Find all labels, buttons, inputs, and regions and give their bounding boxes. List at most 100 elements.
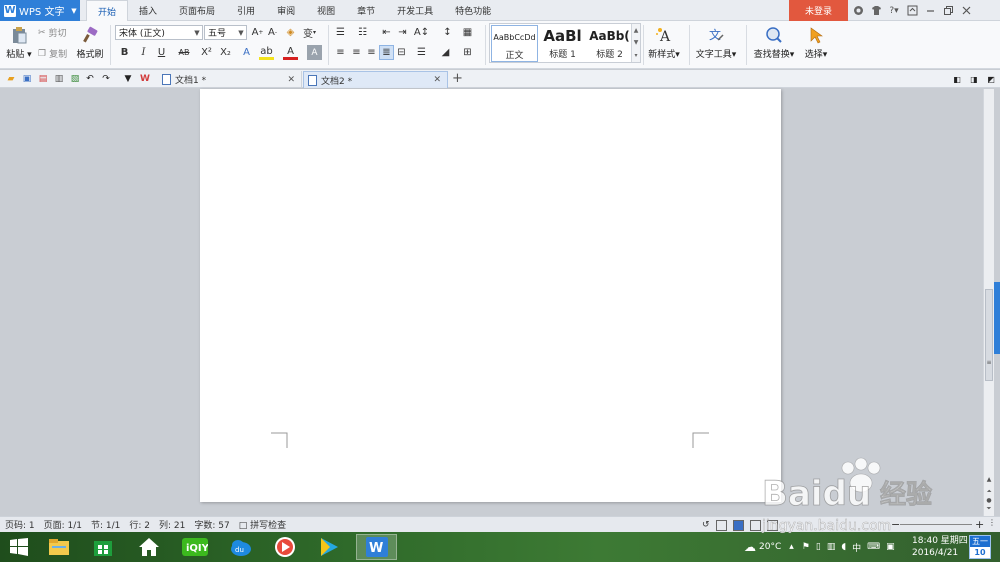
- close-tab-icon[interactable]: ✕: [287, 75, 295, 85]
- close-window-icon[interactable]: [958, 3, 974, 19]
- undo-icon[interactable]: ↶: [83, 72, 97, 86]
- tab-view[interactable]: 视图: [306, 0, 346, 21]
- tab-home[interactable]: 开始: [86, 0, 129, 22]
- minimize-icon[interactable]: [922, 3, 938, 19]
- page-view-icon[interactable]: [732, 519, 744, 531]
- find-replace-button[interactable]: 查找替换▾: [752, 23, 796, 60]
- save-icon[interactable]: ▣: [20, 72, 34, 86]
- web-view-icon[interactable]: [766, 519, 778, 531]
- zoom-slider[interactable]: [900, 524, 972, 525]
- sort-icon[interactable]: ↕: [440, 25, 455, 40]
- browse-object-icon[interactable]: ●: [985, 497, 993, 504]
- chevron-up-icon[interactable]: ▲: [985, 476, 993, 483]
- panel-icon[interactable]: ◩: [984, 72, 998, 86]
- chevron-down-icon[interactable]: ▼: [634, 39, 639, 46]
- taskbar-store[interactable]: [84, 534, 122, 560]
- app-menu-button[interactable]: W WPS 文字 ▼: [0, 0, 80, 21]
- text-effect-icon[interactable]: A: [239, 45, 254, 60]
- chevron-up-icon[interactable]: ▲: [634, 27, 639, 34]
- taskbar-wps-writer[interactable]: W: [356, 534, 397, 560]
- customize-caret-icon[interactable]: ▼: [121, 72, 135, 86]
- table-border-icon[interactable]: ▦: [460, 25, 475, 40]
- add-tab-icon[interactable]: +: [452, 71, 463, 86]
- tab-chapter[interactable]: 章节: [346, 0, 386, 21]
- vertical-scrollbar[interactable]: ≡ ▲ ⏶ ● ⏷: [983, 89, 994, 516]
- taskbar-file-explorer[interactable]: [40, 534, 78, 560]
- justify-icon[interactable]: ≣: [379, 45, 394, 60]
- print-preview-icon[interactable]: ▧: [68, 72, 82, 86]
- char-shading-icon[interactable]: A: [307, 45, 322, 60]
- tab-references[interactable]: 引用: [226, 0, 266, 21]
- redo-icon[interactable]: ↷: [99, 72, 113, 86]
- panel-icon[interactable]: ◨: [967, 72, 981, 86]
- wps-home-icon[interactable]: W: [138, 72, 152, 86]
- taskbar-media-app[interactable]: [310, 534, 348, 560]
- taskbar-baidu-netdisk[interactable]: du: [222, 534, 260, 560]
- style-normal[interactable]: AaBbCcDd 正文: [491, 25, 538, 62]
- paste-button[interactable]: 粘贴 ▾: [4, 23, 34, 60]
- new-style-button[interactable]: A 新样式▾: [645, 23, 683, 60]
- numbered-list-icon[interactable]: ☷: [355, 25, 370, 40]
- taskbar-home[interactable]: [130, 534, 168, 560]
- print-icon[interactable]: ▥: [52, 72, 66, 86]
- full-screen-view-icon[interactable]: [715, 519, 727, 531]
- network-icon[interactable]: ▥: [827, 542, 836, 552]
- phonetic-guide-icon[interactable]: 变 ▾: [302, 25, 317, 40]
- decrease-indent-icon[interactable]: ⇤: [379, 25, 394, 40]
- bold-button[interactable]: B: [117, 45, 132, 60]
- calendar-widget[interactable]: 五一 10: [969, 535, 991, 559]
- subscript-button[interactable]: X₂: [218, 45, 233, 60]
- side-panel-toggle[interactable]: [994, 282, 1000, 354]
- battery-icon[interactable]: ▯: [816, 542, 821, 552]
- ribbon-toggle-icon[interactable]: [904, 3, 920, 19]
- taskbar-video-player[interactable]: [266, 534, 304, 560]
- doc-tab-1[interactable]: 文档1 * ✕: [158, 71, 302, 88]
- tab-review[interactable]: 审阅: [266, 0, 306, 21]
- zoom-in-icon[interactable]: +: [975, 518, 984, 531]
- italic-button[interactable]: I: [136, 45, 151, 60]
- align-right-icon[interactable]: ≡: [364, 45, 379, 60]
- strikethrough-button[interactable]: AB: [173, 45, 195, 60]
- highlight-icon[interactable]: ab: [259, 45, 274, 60]
- caret-down-icon[interactable]: ▼: [68, 7, 80, 15]
- zoom-out-icon[interactable]: −: [891, 518, 900, 531]
- select-button[interactable]: 选择▾: [800, 23, 832, 60]
- tray-expand-icon[interactable]: ▴: [789, 542, 794, 552]
- help-icon[interactable]: ? ▾: [886, 3, 902, 19]
- superscript-button[interactable]: X²: [199, 45, 214, 60]
- clock[interactable]: 18:40 星期四 2016/4/21: [912, 535, 968, 559]
- border-icon[interactable]: ⊞: [460, 45, 475, 60]
- style-heading-2[interactable]: AaBb( 标题 2: [586, 25, 633, 62]
- ime-indicator[interactable]: 中: [852, 541, 861, 554]
- spell-check-toggle[interactable]: □ 拼写检查: [239, 518, 286, 531]
- align-left-icon[interactable]: ≡: [333, 45, 348, 60]
- style-heading-1[interactable]: AaBl 标题 1: [539, 25, 586, 62]
- skin-icon[interactable]: [850, 3, 866, 19]
- increase-indent-icon[interactable]: ⇥: [395, 25, 410, 40]
- text-tools-button[interactable]: 文 文字工具▾: [695, 23, 737, 60]
- keyboard-icon[interactable]: ⌨: [867, 542, 880, 552]
- scroll-thumb[interactable]: [985, 289, 993, 381]
- history-icon[interactable]: ↺: [702, 520, 710, 530]
- copy-button[interactable]: ❐ 复制: [38, 47, 67, 61]
- cut-button[interactable]: ✂ 剪切: [38, 26, 67, 40]
- line-spacing-icon[interactable]: ☰: [414, 45, 429, 60]
- text-direction-icon[interactable]: A↕: [414, 25, 429, 40]
- more-icon[interactable]: ▾: [634, 52, 637, 59]
- screenshot-icon[interactable]: ▣: [886, 542, 895, 552]
- start-button[interactable]: [0, 534, 38, 560]
- status-words[interactable]: 字数: 57: [194, 518, 229, 531]
- restore-icon[interactable]: [940, 3, 956, 19]
- grow-font-icon[interactable]: A +: [250, 25, 265, 40]
- prev-page-icon[interactable]: ⏶: [985, 488, 993, 496]
- shrink-font-icon[interactable]: A-: [265, 25, 280, 40]
- clear-format-icon[interactable]: ◈: [283, 25, 298, 40]
- shirt-icon[interactable]: [868, 3, 884, 19]
- taskbar-iqiyi[interactable]: iQIY: [176, 534, 214, 560]
- volume-icon[interactable]: ◖: [841, 542, 846, 552]
- outline-view-icon[interactable]: [749, 519, 761, 531]
- document-page[interactable]: [200, 89, 781, 502]
- next-page-icon[interactable]: ⏷: [985, 505, 993, 513]
- tab-special-features[interactable]: 特色功能: [444, 0, 502, 21]
- align-center-icon[interactable]: ≡: [349, 45, 364, 60]
